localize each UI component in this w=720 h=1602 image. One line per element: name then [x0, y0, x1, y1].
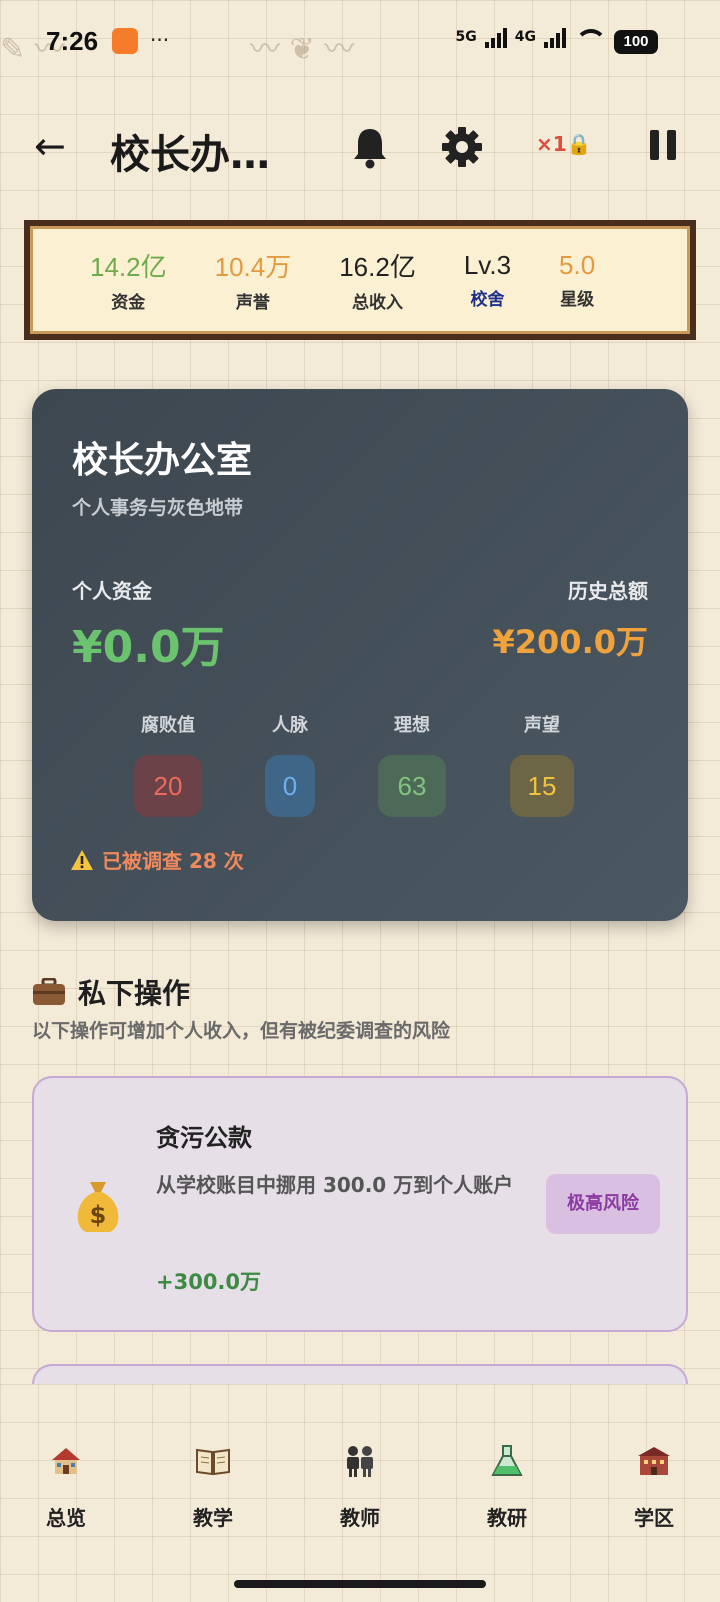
- stat-value: 5.0: [559, 250, 596, 280]
- stat-reputation: 10.4万 声誉: [215, 247, 292, 313]
- status-bar: 7:26 ··· 5G 4G 100: [0, 0, 720, 86]
- network-4g-label: 4G: [514, 29, 536, 45]
- signal-strength-icon: [544, 26, 566, 48]
- stat-value: 14.2亿: [90, 252, 167, 282]
- signal-strength-icon: [484, 26, 507, 48]
- metric-value: 20: [134, 755, 202, 817]
- warning-icon: [70, 849, 94, 871]
- stat-funds: 14.2亿 资金: [90, 247, 167, 313]
- history-total-label: 历史总额: [568, 579, 648, 603]
- school-house-icon: [48, 1444, 84, 1478]
- network-indicators: 5G 4G: [455, 26, 607, 48]
- metric-value: 15: [510, 755, 574, 817]
- operation-card-embezzle[interactable]: $ 贪污公款 从学校账目中挪用 300.0 万到个人账户 +300.0万 极高风…: [32, 1076, 688, 1332]
- stat-label: 资金: [111, 293, 146, 313]
- teachers-icon: [342, 1444, 378, 1478]
- top-app-bar: ← 校长办… ×1🔒: [0, 100, 720, 196]
- stat-value: 10.4万: [214, 252, 292, 282]
- personal-funds-label: 个人资金: [72, 579, 152, 603]
- history-total-value: ¥200.0万: [492, 623, 649, 661]
- metric-label: 理想: [394, 715, 430, 736]
- stat-label: 星级: [560, 290, 595, 310]
- pause-icon[interactable]: [650, 130, 678, 160]
- nav-item-district[interactable]: 学区: [604, 1444, 704, 1531]
- operation-title: 贪污公款: [156, 1124, 252, 1152]
- back-arrow-icon[interactable]: ←: [34, 126, 78, 170]
- metric-label: 声望: [524, 715, 560, 736]
- stat-total-income: 16.2亿 总收入: [339, 247, 416, 313]
- section-description: 以下操作可增加个人收入，但有被纪委调查的风险: [32, 1020, 451, 1042]
- page-title: 校长办…: [110, 132, 270, 178]
- section-title: 私下操作: [78, 977, 191, 1010]
- status-time: 7:26: [46, 26, 99, 56]
- briefcase-icon: [32, 977, 66, 1006]
- metric-label: 人脉: [272, 715, 308, 736]
- campus-building-icon: [636, 1444, 672, 1478]
- nav-label: 学区: [634, 1506, 674, 1530]
- nav-item-teaching[interactable]: 教学: [163, 1444, 263, 1531]
- svg-text:$: $: [90, 1201, 107, 1229]
- nav-label: 教师: [340, 1506, 380, 1530]
- battery-indicator: 100: [614, 30, 658, 54]
- metric-connections: 人脉 0: [240, 711, 340, 817]
- metric-value: 63: [378, 755, 446, 817]
- open-book-icon: [195, 1444, 231, 1478]
- nav-item-research[interactable]: 教研: [457, 1444, 557, 1531]
- personal-funds-value: ¥0.0万: [72, 622, 225, 673]
- office-subtitle: 个人事务与灰色地带: [72, 497, 244, 519]
- metric-value: 0: [265, 755, 315, 817]
- stat-star-rating: 5.0 星级: [559, 250, 595, 310]
- nav-label: 教学: [193, 1506, 233, 1530]
- resource-stats-bar: 14.2亿 资金 10.4万 声誉 16.2亿 总收入 Lv.3 校舍 5.0 …: [24, 220, 696, 340]
- nav-label: 教研: [487, 1506, 527, 1530]
- metric-corruption: 腐败值 20: [118, 711, 218, 817]
- bottom-navigation: 总览 教学 教师 教研 学区: [0, 1384, 720, 1602]
- flask-icon: [489, 1444, 525, 1478]
- operation-gain: +300.0万: [156, 1270, 262, 1294]
- wifi-icon: [574, 27, 607, 47]
- metric-label: 腐败值: [141, 715, 195, 736]
- nav-item-teachers[interactable]: 教师: [310, 1444, 410, 1531]
- metric-prestige: 声望 15: [492, 711, 592, 817]
- stat-buildings: Lv.3 校舍: [464, 250, 511, 310]
- stat-label: 总收入: [352, 293, 404, 313]
- bell-icon[interactable]: [348, 124, 392, 170]
- gear-icon[interactable]: [440, 124, 484, 170]
- stat-value: Lv.3: [463, 250, 512, 280]
- nav-label: 总览: [46, 1506, 86, 1530]
- stat-label: 校舍: [470, 290, 505, 310]
- network-5g-label: 5G: [455, 29, 477, 45]
- home-indicator[interactable]: [234, 1580, 486, 1588]
- metric-ideals: 理想 63: [362, 711, 462, 817]
- stat-value: 16.2亿: [339, 252, 416, 282]
- warning-text: 已被调查 28 次: [102, 849, 244, 873]
- investigation-warning: 已被调查 28 次: [70, 845, 244, 874]
- risk-badge: 极高风险: [546, 1174, 660, 1234]
- operation-description: 从学校账目中挪用 300.0 万到个人账户: [156, 1173, 514, 1197]
- money-bag-icon: $: [68, 1176, 128, 1236]
- principal-office-card: 校长办公室 个人事务与灰色地带 个人资金 ¥0.0万 历史总额 ¥200.0万 …: [32, 389, 688, 921]
- game-speed-lock-indicator[interactable]: ×1🔒: [536, 132, 592, 156]
- more-notifications-icon: ···: [150, 28, 170, 52]
- stat-label: 声誉: [235, 293, 270, 313]
- office-title: 校长办公室: [72, 440, 253, 481]
- nav-item-overview[interactable]: 总览: [16, 1444, 116, 1531]
- shopping-app-icon: [112, 28, 138, 54]
- private-ops-header: 私下操作: [32, 972, 190, 1012]
